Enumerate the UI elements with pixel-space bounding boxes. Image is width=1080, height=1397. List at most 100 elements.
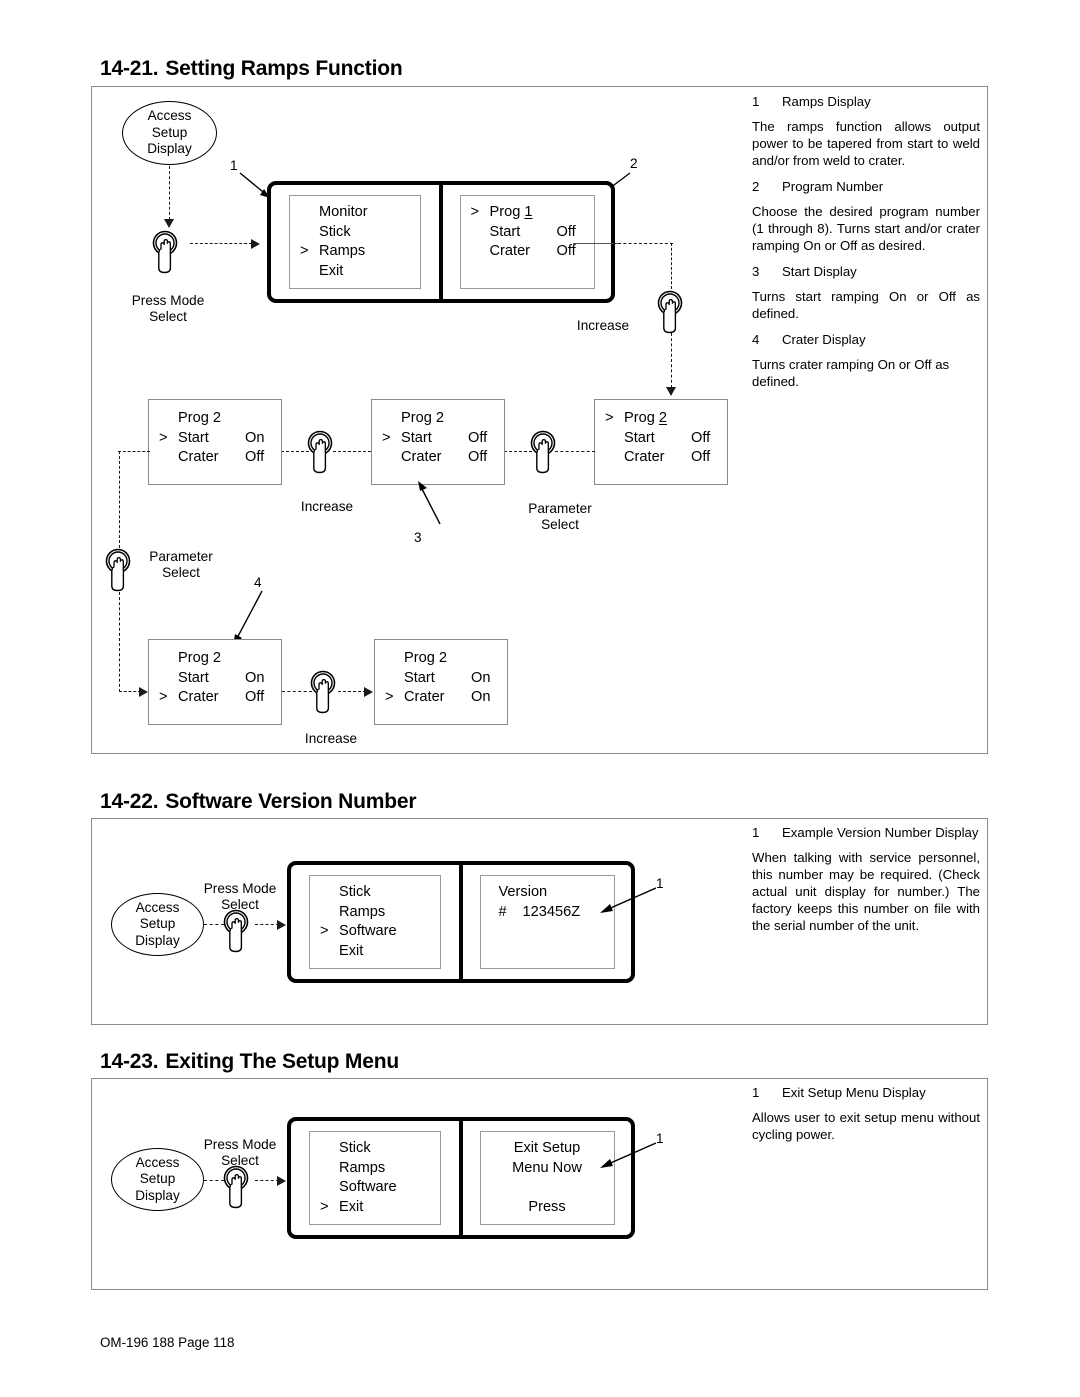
panel-left-half: Monitor Stick > Ramps Exit [271,185,443,299]
menu-label[interactable]: Prog 2 [178,409,221,429]
section-number: 14-21. [100,57,159,80]
menu-label[interactable]: Prog 1 [490,203,533,223]
callout-heading: Crater Display [782,332,866,347]
menu-value: Off [691,429,711,446]
caption-line: Press Mode [131,293,205,308]
state-box-prog2-initial: > Prog 2 Start Off Crater Off [594,399,728,485]
panel-right-half: Version #123456Z [463,865,631,979]
menu-label[interactable]: Start [624,429,655,449]
menu-label[interactable]: Software [339,922,397,942]
caption-line: Parameter [528,501,592,516]
menu-row: Prog 2 [149,409,281,429]
section-heading-14-22: 14-22. Software Version Number [100,790,417,814]
menu-label[interactable]: Exit [319,262,343,282]
menu-label[interactable]: Prog 2 [404,649,447,669]
connector [671,243,672,289]
section-title: Exiting The Setup Menu [165,1050,399,1073]
manual-page: 14-21. Setting Ramps Function 1 Ramps Disp… [0,0,1080,1397]
menu-label[interactable]: Stick [339,883,371,903]
menu-label[interactable]: Ramps [339,1159,385,1179]
menu-row: Start On [149,669,281,689]
menu-label[interactable]: Start [178,669,209,689]
menu-label[interactable]: Crater [401,448,442,468]
menu-label[interactable]: Start [404,669,435,689]
bubble-line: Setup [139,916,176,932]
menu-label[interactable]: Prog 2 [624,409,667,429]
menu-row: Exit [290,262,420,282]
state-box-crater-off: Prog 2 Start On > Crater Off [148,639,282,725]
parameter-select-knob-icon[interactable] [103,548,137,594]
menu-label[interactable]: Software [339,1178,397,1198]
callout-heading: Start Display [782,264,857,279]
menu-label[interactable]: Ramps [339,903,385,923]
menu-label[interactable]: Exit [339,1198,363,1218]
version-label: Version [498,884,548,900]
connector [118,451,150,452]
increase-knob-icon[interactable] [305,430,339,476]
callout-number: 4 [752,332,760,347]
menu-label[interactable]: Ramps [319,242,365,262]
mode-select-knob-icon[interactable] [221,909,255,955]
exit-line: Press [481,1198,614,1218]
display-panel: Monitor Stick > Ramps Exit > Prog 1 Start O… [267,181,615,303]
menu-label[interactable]: Stick [319,223,351,243]
menu-label[interactable]: Crater [178,448,219,468]
bubble-line: Access [135,1154,180,1170]
menu-row: Prog 2 [372,409,504,429]
mode-select-knob-icon[interactable] [221,1165,255,1211]
menu-row: Monitor [290,203,420,223]
menu-label[interactable]: Start [490,223,521,243]
menu-label[interactable]: Crater [624,448,665,468]
menu-label[interactable]: Stick [339,1139,371,1159]
bubble-line: Setup [151,124,188,140]
menu-label[interactable]: Prog 2 [178,649,221,669]
page-footer: OM-196 188 Page 118 [100,1335,235,1350]
prog-screen: > Prog 1 Start Off Crater Off [459,195,595,289]
increase-knob-icon[interactable] [308,670,342,716]
menu-row: > Exit [310,1198,440,1218]
connector [190,243,252,244]
caption-line: Select [221,1153,259,1168]
menu-value: On [245,429,265,446]
increase-caption: Increase [576,318,630,333]
mode-select-knob-icon[interactable] [150,230,184,276]
menu-row: > Crater Off [149,688,281,708]
menu-value: On [471,669,491,686]
menu-label[interactable]: Monitor [319,203,368,223]
parameter-select-knob-icon[interactable] [528,430,562,476]
menu-row: > Ramps [290,242,420,262]
menu-row: Crater Off [595,448,727,468]
menu-label[interactable]: Exit [339,942,363,962]
menu-label[interactable]: Prog 2 [401,409,444,429]
connector [255,1180,279,1181]
menu-label[interactable]: Crater [178,688,219,708]
menu-value: Off [468,449,488,465]
menu-row: Software [310,1178,440,1198]
cursor: > [159,689,168,705]
menu-label[interactable]: Start [178,429,209,449]
arrowhead [139,687,148,697]
menu-row: Ramps [310,903,440,923]
menu-label[interactable]: Start [401,429,432,449]
exit-line-blank [481,1178,614,1198]
callout-item: 2 Program Number [752,178,980,195]
cursor: > [385,689,394,705]
panel-left-half: Stick Ramps > Software Exit [291,865,463,979]
menu-value: On [245,669,265,686]
increase-knob-icon[interactable] [655,290,689,336]
program-number: 1 [524,204,533,220]
connector [613,243,673,244]
menu-label[interactable]: Crater [490,242,531,262]
parameter-select-caption: Parameter Select [141,549,221,581]
callout-number: 2 [752,179,760,194]
display-panel: Stick Ramps Software > Exit Exit Setup Me… [287,1117,635,1239]
exit-press-text: Press [528,1198,566,1215]
callout-heading: Program Number [782,179,884,194]
callout-item: 1 Exit Setup Menu Display [752,1084,980,1101]
version-number: 123456Z [522,903,581,920]
caption-line: Press Mode [203,881,277,896]
panel-left-half: Stick Ramps Software > Exit [291,1121,463,1235]
press-mode-select-caption: Press Mode Select [108,293,228,325]
callout-heading: Ramps Display [782,94,871,109]
menu-label[interactable]: Crater [404,688,445,708]
